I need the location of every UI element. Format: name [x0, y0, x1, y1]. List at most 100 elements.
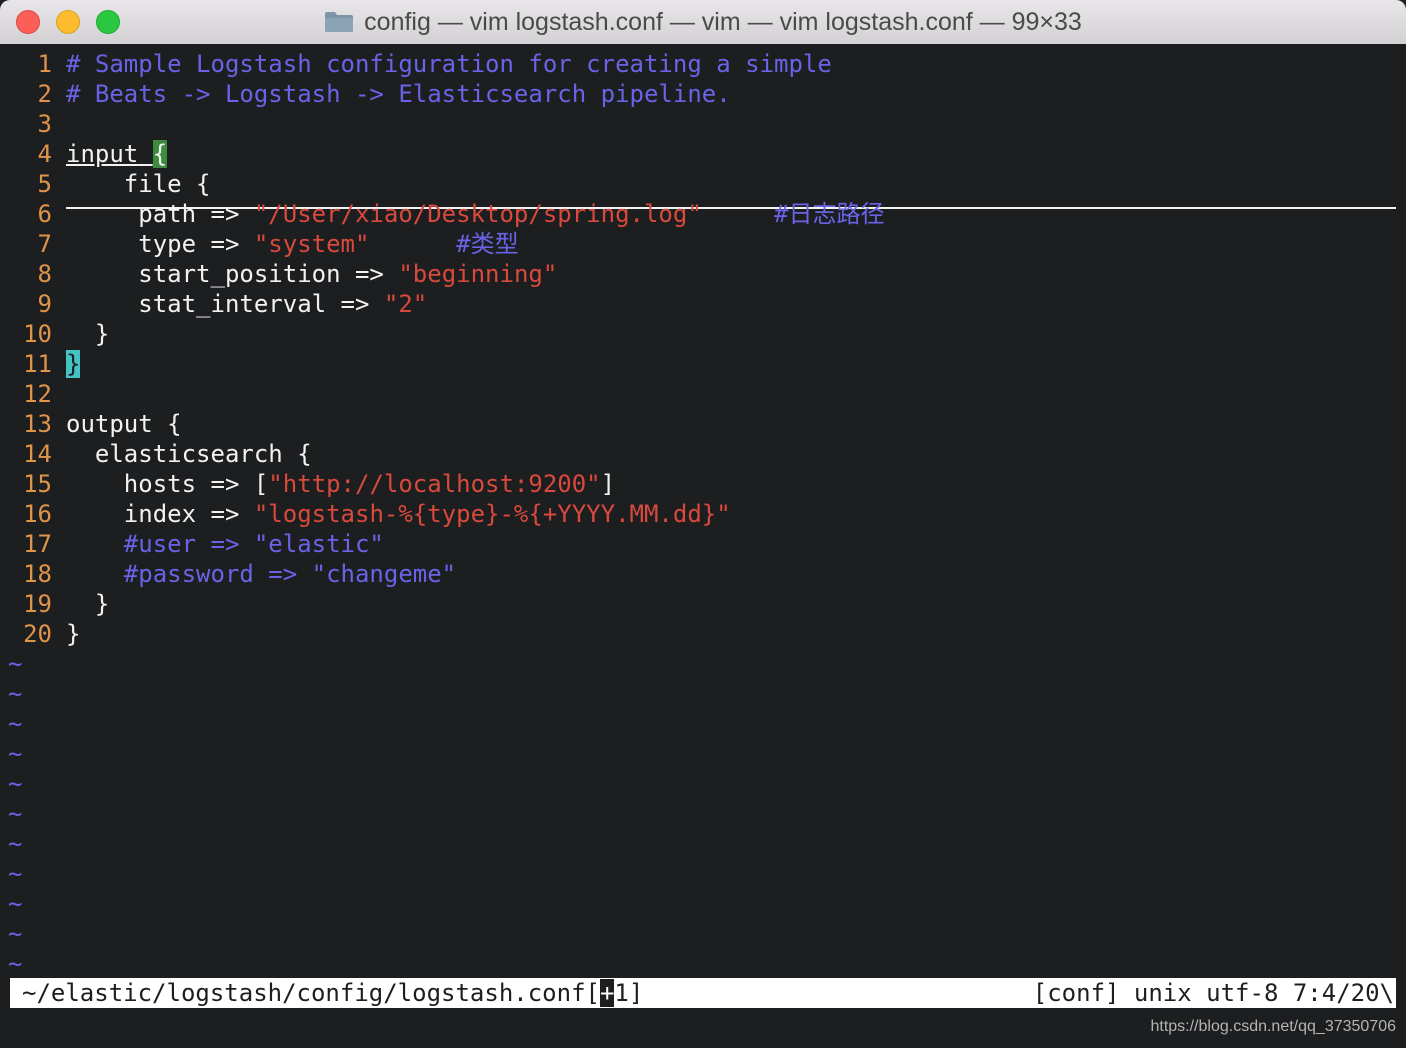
line-content: } [66, 619, 80, 649]
matched-brace: { [152, 140, 168, 168]
line-content: # Sample Logstash configuration for crea… [66, 49, 832, 79]
line-content: type => "system" #类型 [66, 229, 519, 259]
code-line: 9 stat_interval => "2" [0, 289, 1406, 319]
matched-brace: } [66, 350, 81, 378]
comment-text: #类型 [456, 230, 519, 258]
code-line: 20} [0, 619, 1406, 649]
status-file-info: [conf] unix utf-8 7:4/20\ [1032, 979, 1394, 1007]
code-line: 18 #password => "changeme" [0, 559, 1406, 589]
empty-line-tilde: ~ [8, 860, 23, 888]
string-literal: "logstash-%{type}-%{+YYYY.MM.dd}" [253, 500, 731, 528]
line-number: 7 [37, 230, 52, 258]
line-content: path => "/User/xiao/Desktop/spring.log" … [66, 199, 884, 229]
code-line: 8 start_position => "beginning" [0, 259, 1406, 289]
line-content: # Beats -> Logstash -> Elasticsearch pip… [66, 79, 731, 109]
code-line: 13 output { [0, 409, 1406, 439]
code-line: 14 elasticsearch { [0, 439, 1406, 469]
code-text: } [66, 620, 81, 648]
code-text: type => [66, 230, 254, 258]
line-content: elasticsearch { [66, 439, 312, 469]
comment-text: #日志路径 [774, 200, 885, 228]
line-number: 11 [23, 350, 52, 378]
string-literal: "2" [383, 290, 428, 318]
line-number: 13 [23, 410, 52, 438]
code-text: index => [66, 500, 254, 528]
line-number: 5 [37, 170, 52, 198]
vim-statusline: ~/elastic/logstash/config/logstash.conf[… [10, 978, 1396, 1008]
line-number: 15 [23, 470, 52, 498]
comment-text: # Sample Logstash configuration for crea… [66, 50, 832, 78]
line-number: 12 [23, 380, 52, 408]
line-number: 6 [37, 200, 52, 228]
folder-icon [325, 12, 354, 32]
line-number: 17 [23, 530, 52, 558]
comment-text: #password => "changeme" [123, 560, 457, 588]
code-text: stat_interval => [66, 290, 384, 318]
code-line: 17 #user => "elastic" [0, 529, 1406, 559]
vim-editor[interactable]: 1 # Sample Logstash configuration for cre… [0, 44, 1406, 978]
line-content: #user => "elastic" [66, 529, 384, 559]
code-line: 6 path => "/User/xiao/Desktop/spring.log… [0, 199, 1406, 229]
window-title: config — vim logstash.conf — vim — vim l… [364, 7, 1082, 36]
string-literal: "http://localhost:9200" [268, 470, 601, 498]
code-line: 3 [0, 109, 1406, 139]
code-text: } [66, 590, 110, 618]
comment-text: #user => "elastic" [123, 530, 384, 558]
status-caret: + [599, 979, 615, 1007]
code-text: output { [66, 410, 182, 438]
line-content: } [66, 589, 109, 619]
line-number: 19 [23, 590, 52, 618]
string-literal: "beginning" [398, 260, 558, 288]
terminal-window: config — vim logstash.conf — vim — vim l… [0, 0, 1406, 1048]
empty-line-tilde: ~ [8, 800, 23, 828]
status-path-end: 1] [614, 979, 644, 1007]
line-number: 2 [37, 80, 52, 108]
status-path-text: ~/elastic/logstash/config/logstash.conf[ [22, 979, 600, 1007]
code-line: 11} [0, 349, 1406, 379]
line-number: 1 [37, 50, 52, 78]
code-text-after: ] [600, 470, 616, 498]
line-content: hosts => ["http://localhost:9200"] [66, 469, 615, 499]
code-line: 12 [0, 379, 1406, 409]
empty-line-tilde: ~ [8, 680, 23, 708]
empty-line-tilde: ~ [8, 650, 23, 678]
title-bar[interactable]: config — vim logstash.conf — vim — vim l… [0, 0, 1406, 45]
code-text: hosts => [ [66, 470, 269, 498]
empty-line-tilde: ~ [8, 770, 23, 798]
code-line: 2 # Beats -> Logstash -> Elasticsearch pi… [0, 79, 1406, 109]
string-literal: "/User/xiao/Desktop/spring.log" [253, 200, 702, 228]
line-content: index => "logstash-%{type}-%{+YYYY.MM.dd… [66, 499, 731, 529]
line-number: 3 [37, 110, 52, 138]
status-file-path: ~/elastic/logstash/config/logstash.conf[… [22, 978, 643, 1008]
line-content: start_position => "beginning" [66, 259, 557, 289]
line-number: 4 [37, 140, 52, 168]
comment-text: # Beats -> Logstash -> Elasticsearch pip… [66, 80, 731, 108]
code-text: } [66, 320, 110, 348]
line-content: output { [66, 409, 182, 439]
code-text: start_position => [66, 260, 399, 288]
line-number: 8 [37, 260, 52, 288]
empty-line-tilde: ~ [8, 740, 23, 768]
code-text: input [66, 140, 139, 168]
line-number: 9 [37, 290, 52, 318]
code-text: path => [66, 200, 254, 228]
code-line: 7 type => "system" #类型 [0, 229, 1406, 259]
empty-line-tilde: ~ [8, 830, 23, 858]
code-line: 19 } [0, 589, 1406, 619]
line-content: input { [66, 139, 168, 169]
code-line: 10 } [0, 319, 1406, 349]
code-line: 1 # Sample Logstash configuration for cre… [0, 49, 1406, 79]
empty-line-tilde: ~ [8, 950, 23, 978]
code-line: 16 index => "logstash-%{type}-%{+YYYY.MM… [0, 499, 1406, 529]
code-text: elasticsearch { [66, 440, 312, 468]
line-content: stat_interval => "2" [66, 289, 427, 319]
empty-line-tilde: ~ [8, 710, 23, 738]
code-line: 15 hosts => ["http://localhost:9200"] [0, 469, 1406, 499]
line-number: 20 [23, 620, 52, 648]
code-text: file { [66, 170, 211, 198]
